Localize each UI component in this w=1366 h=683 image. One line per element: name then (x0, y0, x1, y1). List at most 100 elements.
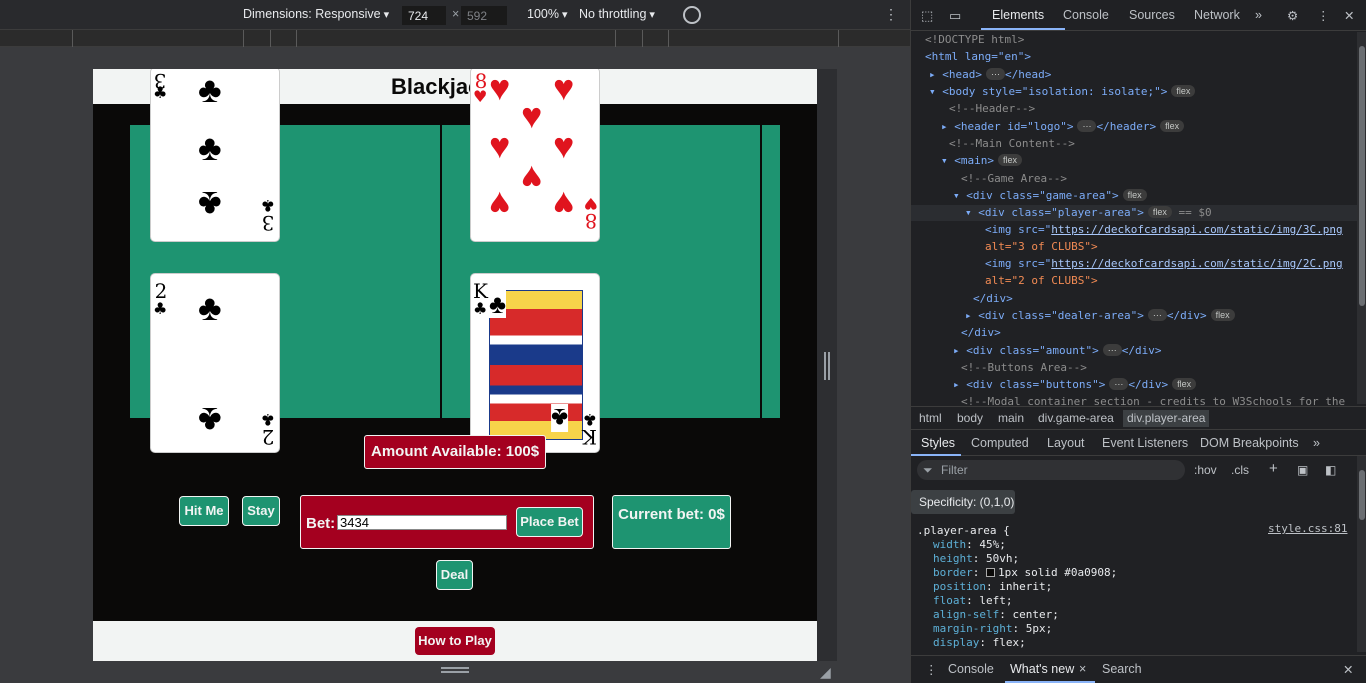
device-toggle-icon[interactable]: ▭ (949, 8, 961, 24)
how-to-play-button[interactable]: How to Play (415, 627, 495, 655)
height-input[interactable] (461, 6, 507, 25)
dom-img-3c[interactable]: <img src="https://deckofcardsapi.com/sta… (985, 222, 1343, 238)
more-tabs-icon[interactable]: » (1255, 8, 1262, 22)
tab-console[interactable]: Console (1063, 8, 1109, 22)
close-devtools-icon[interactable]: ✕ (1344, 8, 1354, 23)
more-options-icon[interactable]: ⋮ (884, 6, 898, 23)
dom-tree: <!DOCTYPE html> <html lang="en"> ▸ <head… (911, 32, 1357, 408)
crumb-body[interactable]: body (957, 411, 983, 425)
dom-comment-header: <!--Header--> (949, 102, 1036, 115)
width-input[interactable] (402, 6, 446, 25)
stay-button[interactable]: Stay (242, 496, 280, 526)
close-drawer-icon[interactable]: ✕ (1343, 662, 1353, 677)
crumb-html[interactable]: html (919, 411, 942, 425)
dimensions-dropdown[interactable]: Dimensions: Responsive (243, 7, 389, 21)
rule-prop-height[interactable]: height: 50vh; (933, 552, 1019, 566)
dom-amount-node[interactable]: ▸ <div class="amount"> ⋯ </div> (953, 343, 1161, 359)
zoom-dropdown[interactable]: 100% (527, 7, 568, 21)
club-pip-icon: ♣ (198, 184, 222, 225)
card-suit: ♣ (153, 83, 168, 102)
dom-body-node[interactable]: ▾ <body style="isolation: isolate;"> flex (929, 84, 1196, 100)
cls-toggle[interactable]: .cls (1231, 463, 1249, 477)
current-bet: Current bet: 0$ (612, 495, 731, 549)
dom-head-node[interactable]: ▸ <head> ⋯ </head> (929, 67, 1051, 83)
color-format-icon[interactable]: ▣ (1297, 463, 1308, 477)
devtools-menu-icon[interactable]: ⋮ (1317, 8, 1330, 23)
card-rank: 3 (261, 211, 275, 235)
dom-html[interactable]: <html lang="en"> (925, 49, 1031, 65)
styles-scrollbar[interactable] (1357, 456, 1366, 652)
crumb-main[interactable]: main (998, 411, 1024, 425)
dom-main-node[interactable]: ▾ <main> flex (941, 153, 1023, 169)
viewport-resize-handle[interactable] (824, 352, 830, 380)
inspect-icon[interactable]: ⬚ (921, 8, 933, 24)
dom-game-area-close: </div> (961, 326, 1001, 339)
resize-corner-icon[interactable]: ◢ (820, 664, 831, 681)
hov-toggle[interactable]: :hov (1194, 463, 1217, 477)
club-pip-icon: ♣ (198, 400, 222, 441)
color-swatch-icon (986, 568, 995, 577)
device-toolbar: Dimensions: Responsive × 100% No throttl… (0, 0, 910, 30)
hit-me-button[interactable]: Hit Me (179, 496, 229, 526)
new-rule-icon[interactable]: + (1269, 460, 1278, 477)
more-style-tabs-icon[interactable]: » (1313, 436, 1320, 450)
rule-prop-float[interactable]: float: left; (933, 594, 1013, 608)
tab-event-listeners[interactable]: Event Listeners (1102, 436, 1188, 450)
drawer-tab-search[interactable]: Search (1102, 662, 1142, 676)
rule-prop-border[interactable]: border: 1px solid #0a0908; (933, 566, 1117, 580)
page-footer: How to Play (93, 621, 817, 661)
rule-prop-margin-right[interactable]: margin-right: 5px; (933, 622, 1052, 636)
heart-pip-icon: ♥ (489, 69, 511, 108)
amount-available: Amount Available: 100$ (364, 435, 546, 469)
crumb-game-area[interactable]: div.game-area (1038, 411, 1114, 425)
tab-sources[interactable]: Sources (1129, 8, 1175, 22)
card-suit: ♣ (153, 299, 168, 318)
dom-dealer-area-node[interactable]: ▸ <div class="dealer-area"> ⋯ </div> flex (965, 308, 1235, 324)
rule-source-link[interactable]: style.css:81 (1268, 522, 1347, 535)
dom-game-area-node[interactable]: ▾ <div class="game-area"> flex (953, 188, 1147, 204)
tab-computed[interactable]: Computed (971, 436, 1029, 450)
heart-pip-icon: ♥ (521, 158, 543, 199)
settings-gear-icon[interactable]: ⚙ (1287, 8, 1298, 23)
bet-input[interactable] (337, 515, 507, 530)
deal-button[interactable]: Deal (436, 560, 473, 590)
crumb-player-area[interactable]: div.player-area (1123, 410, 1210, 427)
drawer-tab-console[interactable]: Console (948, 662, 994, 676)
card-rank: 2 (154, 279, 168, 303)
bet-label: Bet: (306, 515, 336, 532)
rule-prop-position[interactable]: position: inherit; (933, 580, 1052, 594)
rule-prop-width[interactable]: width: 45%; (933, 538, 1006, 552)
sidebar-toggle-icon[interactable]: ◧ (1325, 463, 1336, 477)
styles-tab-indicator (911, 454, 961, 456)
rotate-icon[interactable] (683, 6, 701, 24)
dom-buttons-node[interactable]: ▸ <div class="buttons"> ⋯ </div> flex (953, 377, 1197, 393)
heart-pip-icon: ♥ (553, 125, 575, 166)
club-pip-icon: ♣ (489, 289, 507, 319)
place-bet-button[interactable]: Place Bet (516, 507, 583, 537)
tab-dom-breakpoints[interactable]: DOM Breakpoints (1200, 436, 1299, 450)
dom-player-area-node-selected[interactable]: ▾ <div class="player-area"> flex == $0 (911, 205, 1357, 221)
heart-pip-icon: ♥ (489, 125, 511, 166)
dom-comment-main: <!--Main Content--> (949, 137, 1075, 150)
rule-prop-display[interactable]: display: flex; (933, 636, 1026, 650)
drawer-tab-whats-new[interactable]: What's new (1010, 662, 1074, 676)
dom-comment-game: <!--Game Area--> (961, 172, 1067, 185)
viewport-bottom-handle[interactable] (441, 667, 469, 673)
tab-elements[interactable]: Elements (992, 8, 1044, 22)
styles-filter-input[interactable]: Filter (917, 460, 1185, 480)
dom-player-area-close: </div> (973, 292, 1013, 305)
tab-styles[interactable]: Styles (921, 436, 955, 450)
tab-layout[interactable]: Layout (1047, 436, 1085, 450)
tab-network[interactable]: Network (1194, 8, 1240, 22)
media-query-ruler (0, 30, 910, 47)
drawer-menu-icon[interactable]: ⋮ (925, 662, 938, 677)
dom-img-2c-alt: alt="2 of CLUBS"> (985, 274, 1098, 287)
dom-header-node[interactable]: ▸ <header id="logo"> ⋯ </header> flex (941, 119, 1185, 135)
throttling-dropdown[interactable]: No throttling (579, 7, 655, 21)
dom-img-2c[interactable]: <img src="https://deckofcardsapi.com/sta… (985, 256, 1343, 272)
card-rank: 2 (261, 425, 275, 449)
rule-prop-align-self[interactable]: align-self: center; (933, 608, 1059, 622)
player-card-1: 3 ♣ ♣ ♣ ♣ ♣ 3 (150, 69, 280, 242)
close-tab-icon[interactable]: × (1079, 662, 1086, 676)
dom-scrollbar[interactable] (1357, 32, 1366, 404)
